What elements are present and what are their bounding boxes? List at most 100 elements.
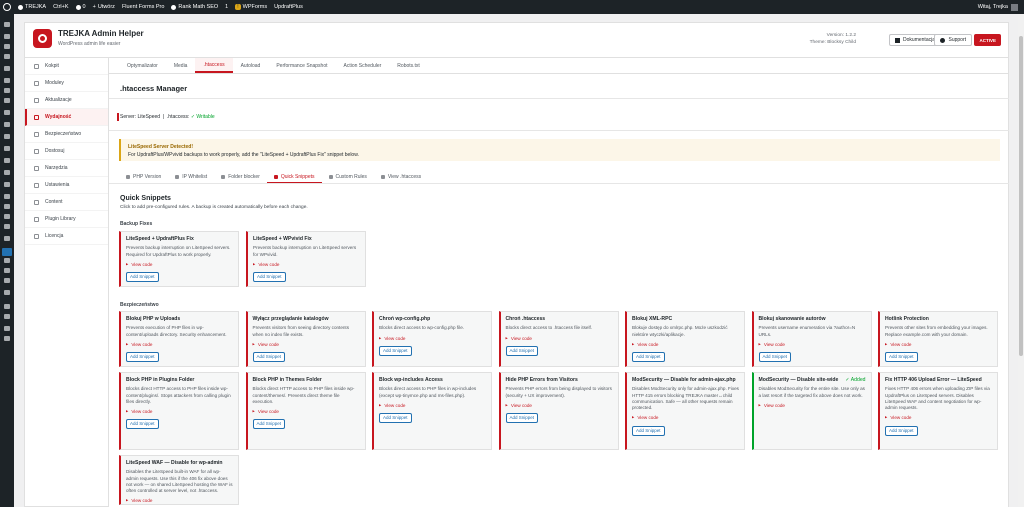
admin-menu-icon[interactable] <box>4 98 10 103</box>
admin-menu-icon[interactable] <box>4 78 10 83</box>
sidebar-item-4[interactable]: Bezpieczeństwo <box>25 126 108 143</box>
adminbar-command[interactable]: Ctrl+K <box>53 4 68 10</box>
adminbar-notifications[interactable]: 1 <box>225 4 228 10</box>
sidebar-item-7[interactable]: Ustawienia <box>25 177 108 194</box>
view-code-toggle[interactable]: View code <box>379 402 486 409</box>
view-code-toggle[interactable]: View code <box>632 341 739 348</box>
admin-menu-icon[interactable] <box>4 326 10 331</box>
wordpress-logo-icon[interactable] <box>3 3 11 11</box>
add-snippet-button[interactable]: Add Snippet <box>126 419 159 430</box>
add-snippet-button[interactable]: Add Snippet <box>632 352 665 363</box>
view-code-toggle[interactable]: View code <box>126 497 233 504</box>
add-snippet-button[interactable]: Add Snippet <box>379 413 412 424</box>
admin-menu-icon[interactable] <box>4 194 10 199</box>
view-code-toggle[interactable]: View code <box>126 341 233 348</box>
tab-1[interactable]: Media <box>166 58 196 73</box>
add-snippet-button[interactable]: Add Snippet <box>885 425 918 436</box>
view-code-toggle[interactable]: View code <box>885 341 992 348</box>
view-code-toggle[interactable]: View code <box>632 414 739 421</box>
view-code-toggle[interactable]: View code <box>506 402 613 409</box>
add-snippet-button[interactable]: Add Snippet <box>885 352 918 363</box>
sidebar-item-5[interactable]: Dostosuj <box>25 143 108 160</box>
sidebar-item-10[interactable]: Licencja <box>25 228 108 245</box>
admin-menu-icon[interactable] <box>4 336 10 341</box>
admin-menu-icon[interactable] <box>4 54 10 59</box>
add-snippet-button[interactable]: Add Snippet <box>505 345 539 356</box>
add-snippet-button[interactable]: Add Snippet <box>379 345 412 356</box>
subtab-0[interactable]: PHP Version <box>119 171 168 183</box>
adminbar-comments[interactable]: 0 <box>75 4 86 10</box>
add-snippet-button[interactable]: Add Snippet <box>252 419 286 430</box>
sidebar-item-2[interactable]: Aktualizacje <box>25 92 108 109</box>
subtab-2[interactable]: Folder blocker <box>214 171 267 183</box>
add-snippet-button[interactable]: Add Snippet <box>126 272 159 283</box>
scrollbar[interactable] <box>1018 14 1024 507</box>
admin-menu-icon[interactable] <box>4 204 10 209</box>
add-snippet-button[interactable]: Add Snippet <box>126 352 159 363</box>
admin-menu-icon[interactable] <box>4 170 10 175</box>
view-code-toggle[interactable]: View code <box>253 408 360 415</box>
admin-menu-icon[interactable] <box>4 134 10 139</box>
admin-menu-icon[interactable] <box>4 146 10 151</box>
admin-menu-icon[interactable] <box>4 236 10 241</box>
subtab-1[interactable]: IP Whitelist <box>168 171 214 183</box>
add-snippet-button[interactable]: Add Snippet <box>632 425 665 436</box>
sidebar-item-9[interactable]: Plugin Library <box>25 211 108 228</box>
tab-2[interactable]: .htaccess <box>195 58 233 73</box>
subtab-4[interactable]: Custom Rules <box>322 171 374 183</box>
admin-menu-icon[interactable] <box>4 110 10 115</box>
license-active-badge[interactable]: ACTIVE <box>974 34 1001 46</box>
view-code-toggle[interactable]: View code <box>506 335 613 342</box>
admin-menu-icon[interactable] <box>2 248 12 256</box>
admin-menu-icon[interactable] <box>4 22 10 27</box>
sidebar-item-3[interactable]: Wydajność <box>25 109 108 126</box>
subtab-5[interactable]: View .htaccess <box>374 171 428 183</box>
view-code-toggle[interactable]: View code <box>759 402 866 409</box>
admin-menu-icon[interactable] <box>4 290 10 295</box>
sidebar-item-1[interactable]: Moduley <box>25 75 108 92</box>
add-snippet-button[interactable]: Add Snippet <box>253 272 286 283</box>
admin-menu-icon[interactable] <box>4 44 10 49</box>
sidebar-item-8[interactable]: Content <box>25 194 108 211</box>
admin-menu-icon[interactable] <box>4 314 10 319</box>
tab-0[interactable]: Optymalizator <box>119 58 166 73</box>
adminbar-rank-math[interactable]: Rank Math SEO <box>171 4 218 10</box>
tab-4[interactable]: Performance Snapshot <box>268 58 335 73</box>
admin-menu-icon[interactable] <box>4 34 10 39</box>
support-button[interactable]: Support <box>934 34 972 46</box>
adminbar-site[interactable]: TREJKA <box>18 4 46 10</box>
adminbar-account[interactable]: Witaj, Trejka <box>978 3 1018 11</box>
subtab-3[interactable]: Quick Snippets <box>266 171 322 183</box>
view-code-toggle[interactable]: View code <box>253 261 360 268</box>
admin-menu-icon[interactable] <box>4 122 10 127</box>
admin-menu-icon[interactable] <box>4 66 10 71</box>
admin-menu-icon[interactable] <box>4 158 10 163</box>
sidebar-item-0[interactable]: Kokpit <box>25 58 108 75</box>
adminbar-fluent-forms[interactable]: Fluent Forms Pro <box>122 4 164 10</box>
add-snippet-button[interactable]: Add Snippet <box>758 352 792 363</box>
admin-menu-icon[interactable] <box>4 214 10 219</box>
view-code-toggle[interactable]: View code <box>379 335 486 342</box>
add-snippet-button[interactable]: Add Snippet <box>252 352 286 363</box>
docs-button[interactable]: Dokumentacja <box>889 34 941 46</box>
admin-menu-icon[interactable] <box>4 304 10 309</box>
view-code-toggle[interactable]: View code <box>885 414 992 421</box>
adminbar-updraftplus[interactable]: UpdraftPlus <box>274 4 303 10</box>
admin-menu-icon[interactable] <box>4 182 10 187</box>
admin-menu-icon[interactable] <box>4 268 10 273</box>
view-code-toggle[interactable]: View code <box>253 341 360 348</box>
add-snippet-button[interactable]: Add Snippet <box>505 413 539 424</box>
view-code-toggle[interactable]: View code <box>126 408 233 415</box>
sidebar-item-6[interactable]: Narzędzia <box>25 160 108 177</box>
tab-6[interactable]: Robots.txt <box>389 58 428 73</box>
tab-3[interactable]: Autoload <box>233 58 269 73</box>
view-code-toggle[interactable]: View code <box>759 341 866 348</box>
view-code-toggle[interactable]: View code <box>126 261 233 268</box>
scrollbar-thumb[interactable] <box>1019 36 1023 356</box>
adminbar-wpforms[interactable]: ! WPForms <box>235 4 267 10</box>
adminbar-new[interactable]: + Utwórz <box>93 4 115 10</box>
admin-menu-icon[interactable] <box>4 88 10 93</box>
admin-menu-icon[interactable] <box>4 258 10 263</box>
admin-menu-icon[interactable] <box>4 224 10 229</box>
admin-menu-icon[interactable] <box>4 278 10 283</box>
